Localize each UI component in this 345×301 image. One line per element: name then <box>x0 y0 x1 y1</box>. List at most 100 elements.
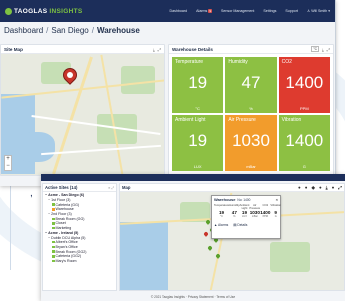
tile-unit: LUX <box>193 164 202 169</box>
tree-item-label: Warehouse <box>55 207 74 212</box>
site-pin-icon[interactable] <box>207 245 213 251</box>
tree-item-label: Cafeteria (GG2) <box>55 254 82 259</box>
map-harbor-water <box>15 132 55 162</box>
details-header: Warehouse Details °C ⤓ ⤢ <box>169 45 333 54</box>
tile-unit: G <box>302 164 306 169</box>
active-sites-header: Active Sites (14) ≡ ⤢ <box>43 184 116 192</box>
nav-support[interactable]: Support <box>285 9 298 13</box>
dashboard-window: TAOGLAS INSIGHTS Dashboard Alarms 9 Senso… <box>0 0 336 186</box>
expand-icon[interactable]: ⤢ <box>158 47 161 52</box>
user-menu[interactable]: ♙ Will Smith ▾ <box>307 9 330 13</box>
popup-alarms-label: Alarms <box>218 223 229 227</box>
expand-toggle-icon: − <box>45 193 48 198</box>
site-pin-icon[interactable] <box>203 231 209 237</box>
map-header: Map ● ● ◆ ● ⤓ ● ⤢ <box>120 184 344 192</box>
expand-icon[interactable]: ⤢ <box>111 186 114 190</box>
details-tools: °C ⤓ ⤢ <box>311 46 330 52</box>
logo-icon <box>5 7 12 15</box>
tile-air-pressure[interactable]: Air Pressure 1030 mBar <box>225 115 277 171</box>
nav-dashboard[interactable]: Dashboard <box>170 9 188 13</box>
tree-item-label: Acme - Ireland (5) <box>48 230 79 235</box>
tree-item-label: Break Room (GG) <box>55 216 85 221</box>
popup-reading-unit: % <box>233 215 236 218</box>
breadcrumb: Dashboard / San Diego / Warehouse <box>0 22 335 38</box>
sensor-tiles: Temperature 19 °C Humidity 47 % CO2 1400… <box>172 57 330 171</box>
close-icon[interactable]: × <box>276 197 278 202</box>
unit-toggle[interactable]: °C <box>311 46 320 52</box>
status-square-icon <box>52 222 55 225</box>
tile-co2[interactable]: CO2 1400 PPM <box>278 57 330 113</box>
nav-alarms[interactable]: Alarms 9 <box>196 9 212 13</box>
download-icon[interactable]: ⤓ <box>322 47 324 52</box>
site-map-view[interactable]: + − <box>1 54 164 175</box>
breadcrumb-san-diego[interactable]: San Diego <box>51 26 88 35</box>
tile-value: 19 <box>188 131 208 150</box>
map-panel: Map ● ● ◆ ● ⤓ ● ⤢ Warehouse No: 1400 × T… <box>119 183 345 291</box>
map-title: Map <box>122 185 131 190</box>
expand-icon[interactable]: ⤢ <box>338 185 342 191</box>
popup-reading-unit: G <box>274 215 277 218</box>
map-view[interactable]: Warehouse No: 1400 × Temperature Humidity… <box>120 192 344 290</box>
status-square-icon <box>52 203 55 206</box>
tile-unit: % <box>249 106 253 111</box>
expand-toggle-icon: − <box>48 212 51 217</box>
expand-icon[interactable]: ⤢ <box>327 47 330 52</box>
site-tree: − Acme - San Diego (6) −1st Floor (3) Cafet… <box>43 192 116 264</box>
status-square-icon <box>52 240 55 244</box>
nav-sensor-management[interactable]: Sensor Management <box>221 9 254 13</box>
tile-label: Humidity <box>228 59 248 65</box>
tree-item-label: Cafeteria (GG) <box>55 202 80 207</box>
map-park-area <box>270 242 310 272</box>
active-sites-panel: Active Sites (14) ≡ ⤢ − Acme - San Diego … <box>42 183 117 291</box>
tree-item-label: Marketing <box>55 226 72 231</box>
nav-settings[interactable]: Settings <box>263 9 276 13</box>
tile-value: 47 <box>241 73 261 92</box>
tile-vibration[interactable]: Vibration 1400 G <box>278 115 330 171</box>
site-popup: Warehouse No: 1400 × Temperature Humidity… <box>211 195 281 239</box>
tree-item-label: Break Room (GG2) <box>55 249 87 254</box>
map-bay-water <box>120 222 168 290</box>
decorative-quote-mark: , <box>30 188 33 199</box>
tile-unit: PPM <box>299 106 309 111</box>
layers-icon[interactable]: ◆ <box>311 185 314 191</box>
site-map-header: Site Map ⤓ ⤢ <box>1 45 164 54</box>
download-icon[interactable]: ⤓ <box>326 185 328 191</box>
tile-label: CO2 <box>281 59 292 65</box>
tree-item-label: Bryan's Office <box>55 244 78 249</box>
status-square-icon <box>52 208 55 211</box>
tile-ambient-light[interactable]: Ambient Light 19 LUX <box>172 115 224 171</box>
tile-label: Air Pressure <box>228 117 256 123</box>
map-zoom-control[interactable]: + − <box>4 155 12 171</box>
popup-details-label: Details <box>237 223 248 227</box>
popup-reading-unit: °C <box>220 215 223 218</box>
pin-icon[interactable]: ● <box>332 185 335 191</box>
tree-item-label: Acme - San Diego (6) <box>48 193 85 198</box>
expand-toggle-icon: − <box>48 235 51 240</box>
taoglas-logo[interactable]: TAOGLAS INSIGHTS <box>5 7 83 15</box>
pin-icon[interactable]: ● <box>319 185 322 191</box>
room-item[interactable]: Mary's Room <box>45 259 114 264</box>
expand-toggle-icon: − <box>45 230 48 235</box>
pin-icon[interactable]: ● <box>305 185 308 191</box>
main-nav: Dashboard Alarms 9 Sensor Management Sett… <box>170 9 330 13</box>
tile-temperature[interactable]: Temperature 19 °C <box>172 57 224 113</box>
popup-title: Warehouse <box>214 197 236 202</box>
status-square-icon <box>52 245 55 249</box>
breadcrumb-dashboard[interactable]: Dashboard <box>4 26 43 35</box>
site-map-title: Site Map <box>4 46 23 52</box>
popup-header: Warehouse No: 1400 × <box>212 196 280 203</box>
details-title: Warehouse Details <box>172 46 213 52</box>
tile-label: Temperature <box>175 59 204 65</box>
tile-unit: mBar <box>246 164 256 169</box>
status-square-icon <box>52 250 55 253</box>
pin-icon[interactable]: ● <box>298 185 301 191</box>
tile-humidity[interactable]: Humidity 47 % <box>225 57 277 113</box>
download-icon[interactable]: ⤓ <box>153 47 155 52</box>
nav-alarms-label: Alarms <box>196 9 208 13</box>
popup-details-link[interactable]: ▤ Details <box>233 223 247 227</box>
breadcrumb-separator: / <box>46 25 49 35</box>
filter-icon[interactable]: ≡ <box>108 186 110 190</box>
site-map-tools: ⤓ ⤢ <box>153 47 161 52</box>
breadcrumb-separator: / <box>91 25 94 35</box>
popup-alarms-link[interactable]: ▲ Alarms <box>214 223 228 227</box>
